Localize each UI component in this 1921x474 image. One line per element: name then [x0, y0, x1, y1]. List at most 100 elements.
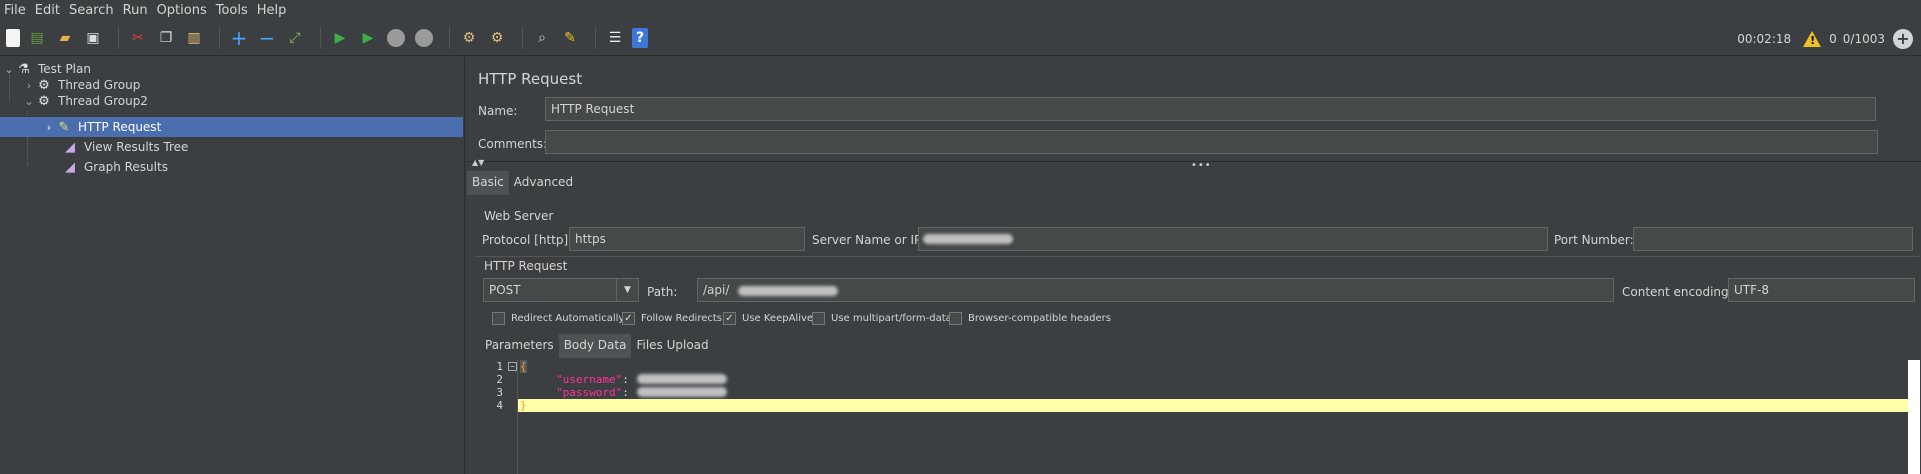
encoding-field[interactable]: UTF-8 — [1728, 278, 1915, 302]
checkbox-box[interactable] — [949, 312, 962, 325]
cut-icon[interactable]: ✂ — [127, 27, 149, 49]
collapse-icon[interactable]: − — [256, 26, 278, 50]
clear-icon[interactable]: ⚙ — [458, 27, 480, 49]
status-area: 00:02:18 0 0/1003 + — [1729, 21, 1913, 56]
settings-tabs: Basic Advanced — [467, 171, 578, 195]
method-select[interactable]: POST ▼ — [483, 278, 639, 302]
server-field[interactable] — [918, 227, 1548, 251]
stop-icon[interactable] — [385, 27, 407, 49]
start-icon[interactable]: ▶ — [329, 27, 351, 49]
toggle-icon[interactable]: ⤢ — [284, 27, 306, 49]
test-plan-tree: ⌄ ⚗ Test Plan › ⚙ Thread Group ⌄ ⚙ Threa… — [0, 57, 465, 474]
keepalive-checkbox[interactable]: ✓ Use KeepAlive — [723, 312, 813, 325]
tab-parameters[interactable]: Parameters — [480, 334, 559, 358]
tab-basic[interactable]: Basic — [467, 171, 509, 195]
toolbar: ▤ ▰ ▣ ✂ ❐ ▥ + − ⤢ ▶ ▶ ⚙ ⚙ ⌕ ✎ ☰ ? 00:02:… — [0, 21, 1921, 56]
menu-search[interactable]: Search — [69, 3, 114, 18]
path-field[interactable]: /api/ — [697, 278, 1614, 302]
search-icon[interactable]: ⌕ — [531, 27, 553, 49]
chevron-right-icon[interactable]: › — [42, 121, 56, 134]
menu-file[interactable]: File — [4, 3, 26, 18]
splitter[interactable]: ▲▼ ••• — [467, 158, 1921, 171]
checkbox-label: Use multipart/form-data — [831, 313, 952, 324]
request-tabs: Parameters Body Data Files Upload — [480, 334, 714, 358]
tree-item-thread-group2[interactable]: ⌄ ⚙ Thread Group2 — [22, 91, 462, 111]
http-request-group-label: HTTP Request — [484, 259, 568, 273]
gear-icon: ⚙ — [38, 93, 50, 109]
pipette-icon: ✎ — [58, 119, 70, 135]
browser-headers-checkbox[interactable]: Browser-compatible headers — [949, 312, 1111, 325]
checkbox-box[interactable] — [492, 312, 505, 325]
comments-label: Comments: — [478, 137, 548, 151]
code-text: { — [520, 360, 527, 373]
splitter-arrows-icon[interactable]: ▲▼ — [472, 158, 484, 167]
tab-files-upload[interactable]: Files Upload — [631, 334, 713, 358]
templates-icon[interactable]: ▤ — [26, 27, 48, 49]
tab-body-data[interactable]: Body Data — [558, 334, 632, 358]
chevron-down-icon[interactable]: ⌄ — [22, 95, 36, 108]
json-colon: : — [622, 386, 629, 399]
remote-start-icon[interactable]: + — [1893, 28, 1913, 49]
open-icon[interactable]: ▰ — [54, 27, 76, 49]
chevron-right-icon[interactable]: › — [22, 79, 36, 92]
path-label: Path: — [647, 285, 678, 299]
port-field[interactable] — [1633, 227, 1913, 251]
expand-icon[interactable]: + — [228, 26, 250, 50]
tree-item-label: Thread Group — [58, 78, 141, 92]
menu-tools[interactable]: Tools — [216, 3, 248, 18]
checkbox-label: Use KeepAlive — [742, 313, 814, 324]
code-text: } — [520, 399, 527, 412]
code-line: { — [518, 360, 1920, 373]
multipart-checkbox[interactable]: Use multipart/form-data — [812, 312, 952, 325]
toolbar-separator — [449, 27, 450, 49]
copy-icon[interactable]: ❐ — [155, 27, 177, 49]
code-line: "password": — [518, 386, 1920, 399]
menu-bar: File Edit Search Run Options Tools Help — [0, 0, 1921, 21]
page-title: HTTP Request — [478, 70, 583, 88]
new-icon[interactable] — [6, 29, 20, 47]
toolbar-separator — [320, 27, 321, 49]
splitter-handle-icon[interactable]: ••• — [1191, 160, 1212, 171]
tree-item-view-results-tree[interactable]: ◢ View Results Tree — [62, 137, 462, 157]
menu-edit[interactable]: Edit — [35, 3, 60, 18]
chevron-down-icon[interactable]: ⌄ — [2, 63, 16, 76]
checkbox-box[interactable] — [812, 312, 825, 325]
redacted-text — [636, 374, 727, 384]
menu-help[interactable]: Help — [257, 3, 287, 18]
start-no-pause-icon[interactable]: ▶ — [357, 27, 379, 49]
name-field[interactable]: HTTP Request — [545, 97, 1876, 121]
thread-count: 0/1003 — [1842, 31, 1885, 46]
comments-field[interactable] — [545, 130, 1878, 154]
shutdown-icon[interactable] — [413, 27, 435, 49]
tree-item-http-request[interactable]: › ✎ HTTP Request — [0, 117, 463, 137]
body-data-editor[interactable]: 1 2 3 4 − { "username": "password": } — [484, 360, 1920, 474]
redirect-auto-checkbox[interactable]: Redirect Automatically — [492, 312, 624, 325]
menu-options[interactable]: Options — [157, 3, 207, 18]
warning-count: 0 — [1829, 31, 1837, 46]
checkbox-label: Follow Redirects — [641, 313, 722, 324]
fold-icon[interactable]: − — [508, 362, 517, 371]
warning-icon[interactable] — [1803, 30, 1822, 47]
clear-all-icon[interactable]: ⚙ — [486, 27, 508, 49]
protocol-field[interactable]: https — [569, 227, 805, 251]
checkmark-icon[interactable]: ✓ — [723, 312, 736, 325]
follow-redirects-checkbox[interactable]: ✓ Follow Redirects — [622, 312, 722, 325]
encoding-label: Content encoding: — [1622, 285, 1733, 299]
code-area[interactable]: { "username": "password": } — [517, 360, 1920, 474]
function-helper-icon[interactable]: ☰ — [604, 27, 626, 49]
tree-item-label: Thread Group2 — [58, 94, 148, 108]
menu-run[interactable]: Run — [123, 3, 148, 18]
elapsed-time: 00:02:18 — [1737, 31, 1792, 46]
toolbar-separator — [219, 27, 220, 49]
help-icon[interactable]: ? — [632, 28, 648, 48]
checkmark-icon[interactable]: ✓ — [622, 312, 635, 325]
chevron-down-icon[interactable]: ▼ — [616, 279, 638, 301]
paste-icon[interactable]: ▥ — [183, 27, 205, 49]
reset-search-icon[interactable]: ✎ — [559, 27, 581, 49]
checkbox-label: Browser-compatible headers — [968, 313, 1111, 324]
save-icon[interactable]: ▣ — [82, 27, 104, 49]
vertical-scrollbar[interactable] — [1908, 360, 1920, 474]
tree-item-graph-results[interactable]: ◢ Graph Results — [62, 157, 462, 177]
code-line-current: } — [518, 399, 1920, 412]
tab-advanced[interactable]: Advanced — [509, 171, 578, 195]
